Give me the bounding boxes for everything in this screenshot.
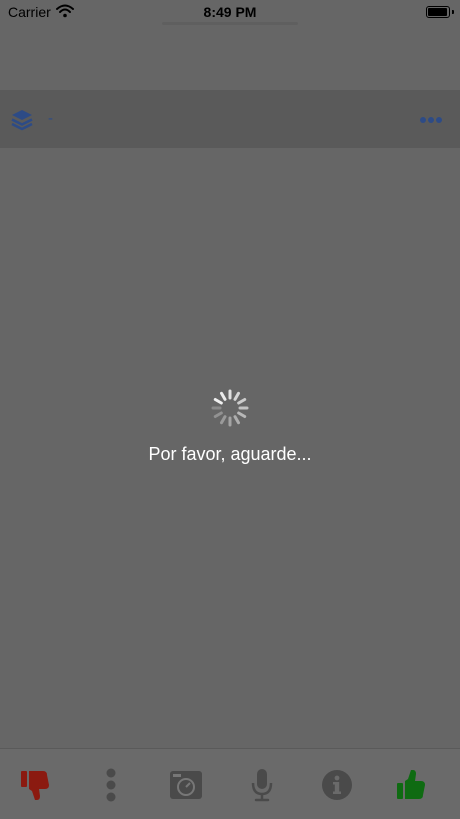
info-button[interactable]: [315, 763, 359, 807]
layers-icon[interactable]: [10, 108, 34, 132]
header-divider: [162, 22, 298, 25]
layer-bar: -: [0, 90, 460, 148]
loading-spinner-icon: [211, 389, 249, 427]
thumbs-down-button[interactable]: [14, 763, 58, 807]
info-icon: [322, 770, 352, 800]
battery-cap: [452, 10, 454, 14]
layer-name: -: [48, 110, 53, 127]
thumbs-up-icon: [397, 770, 425, 799]
vertical-dots-icon: [106, 768, 116, 802]
thumbs-down-icon: [21, 771, 49, 800]
status-bar: Carrier 8:49 PM: [0, 0, 460, 24]
more-icon[interactable]: [420, 116, 442, 124]
microphone-button[interactable]: [240, 763, 284, 807]
loading-overlay: Por favor, aguarde...: [0, 388, 460, 465]
bottom-toolbar: [0, 748, 460, 819]
thumbs-up-button[interactable]: [390, 763, 434, 807]
loading-message: Por favor, aguarde...: [148, 444, 312, 464]
clock: 8:49 PM: [203, 4, 257, 20]
options-button[interactable]: [89, 763, 133, 807]
microphone-icon: [251, 769, 273, 802]
camera-icon: [170, 771, 202, 799]
battery-icon: [426, 6, 450, 18]
camera-button[interactable]: [164, 763, 208, 807]
